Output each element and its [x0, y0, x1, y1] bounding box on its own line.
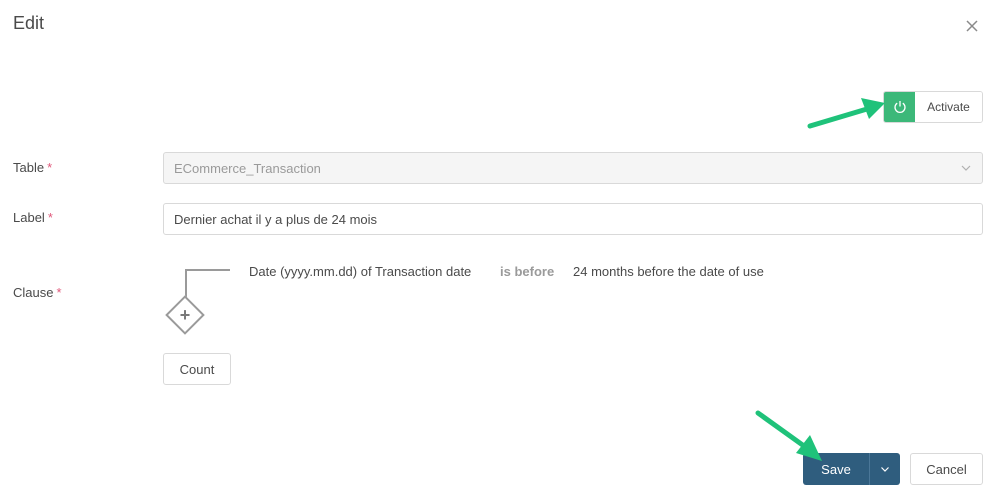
clause-label: Clause * [13, 285, 62, 300]
activate-label: Activate [915, 92, 982, 122]
label-input-value: Dernier achat il y a plus de 24 mois [174, 211, 378, 227]
chevron-down-icon [881, 467, 889, 472]
cancel-button[interactable]: Cancel [910, 453, 983, 485]
label-input[interactable]: Dernier achat il y a plus de 24 mois [163, 203, 983, 235]
save-options-button[interactable] [869, 453, 900, 485]
table-select[interactable]: ECommerce_Transaction [163, 152, 983, 184]
annotation-arrow-icon [807, 98, 885, 129]
save-button[interactable]: Save [803, 453, 869, 485]
dialog-title: Edit [13, 13, 45, 33]
chevron-down-icon [961, 165, 971, 171]
required-mark: * [47, 160, 53, 175]
required-mark: * [56, 285, 62, 300]
table-label: Table * [13, 160, 52, 175]
table-label-text: Table [13, 160, 45, 175]
clause-connector [185, 269, 230, 298]
activate-button[interactable]: Activate [883, 91, 983, 123]
count-button[interactable]: Count [163, 353, 231, 385]
label-label: Label * [13, 210, 53, 225]
close-icon[interactable] [964, 18, 980, 34]
label-label-text: Label [13, 210, 45, 225]
clause-field[interactable]: Date (yyyy.mm.dd) of Transaction date [249, 264, 471, 279]
save-button-group: Save [803, 453, 900, 485]
power-icon [884, 92, 915, 122]
clause-label-text: Clause [13, 285, 54, 300]
clause-operator[interactable]: is before [500, 264, 554, 279]
table-select-value: ECommerce_Transaction [174, 160, 321, 176]
plus-diamond-icon[interactable] [165, 295, 205, 335]
required-mark: * [47, 210, 53, 225]
clause-value[interactable]: 24 months before the date of use [573, 264, 764, 279]
